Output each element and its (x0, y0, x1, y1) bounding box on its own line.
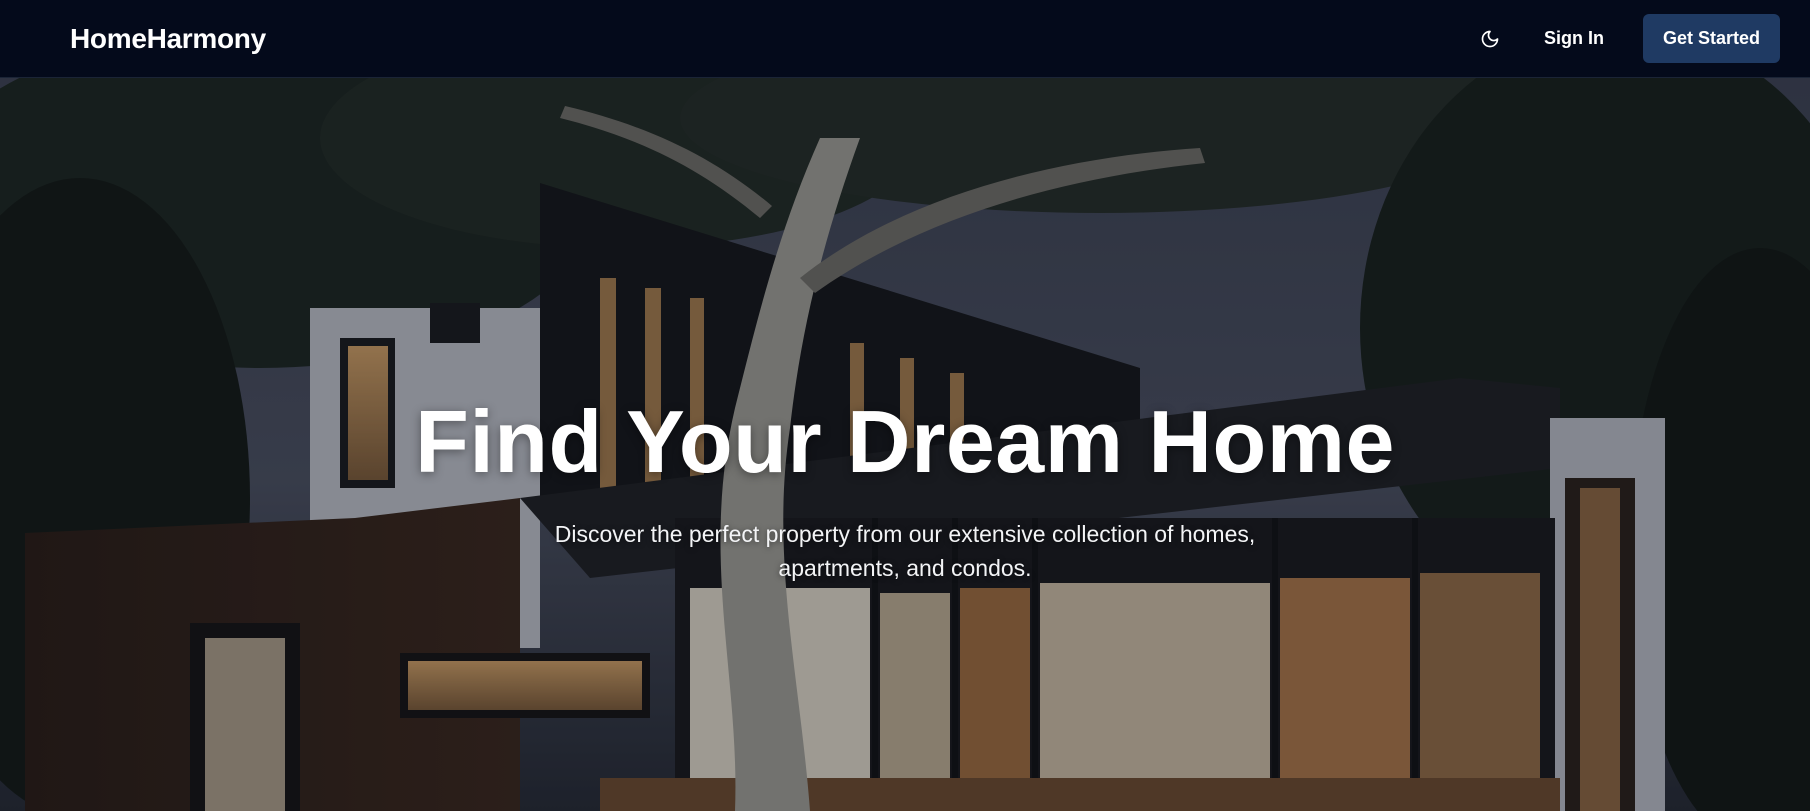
nav-actions: Sign In Get Started (1470, 14, 1780, 63)
hero-subtitle: Discover the perfect property from our e… (554, 521, 1256, 581)
hero-content: Find Your Dream Home Discover the perfec… (0, 398, 1810, 585)
sign-in-link[interactable]: Sign In (1544, 28, 1604, 49)
get-started-button[interactable]: Get Started (1642, 14, 1780, 63)
moon-icon (1481, 30, 1499, 47)
hero-title: Find Your Dream Home (415, 392, 1395, 491)
top-navbar: HomeHarmony Sign In Get Started (0, 0, 1810, 78)
brand-logo[interactable]: HomeHarmony (70, 23, 266, 55)
hero-section: Find Your Dream Home Discover the perfec… (0, 78, 1810, 811)
theme-toggle-button[interactable] (1470, 19, 1510, 59)
